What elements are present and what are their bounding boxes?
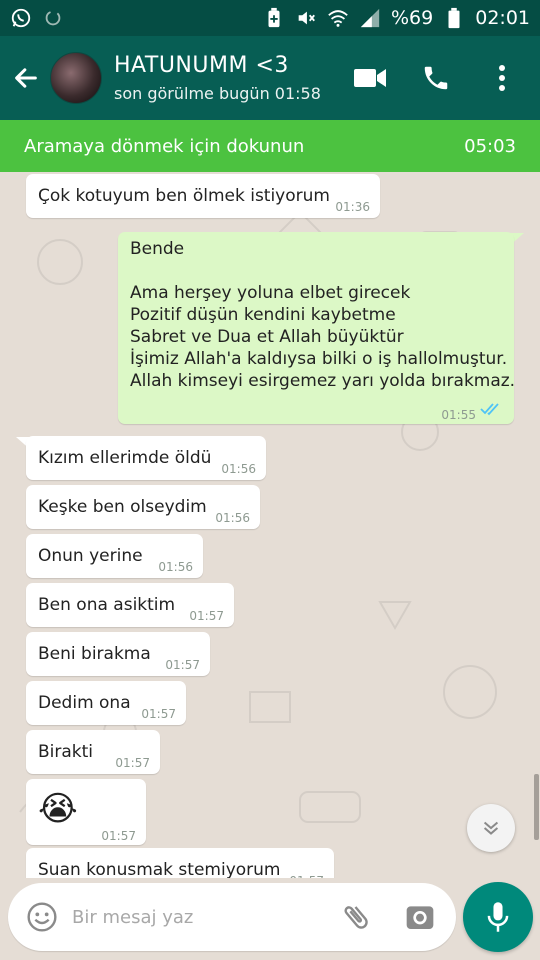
- back-button[interactable]: [4, 56, 48, 100]
- battery-saver-icon: [263, 7, 285, 29]
- message-time: 01:57: [189, 609, 224, 623]
- message-text: Onun yerine: [38, 546, 143, 566]
- message-incoming[interactable]: Birakti 01:57: [26, 730, 160, 774]
- avatar[interactable]: [50, 52, 102, 104]
- message-text: Ben ona asiktim: [38, 595, 176, 615]
- message-time: 01:57: [289, 870, 324, 878]
- more-vert-icon: [499, 65, 505, 91]
- return-to-call-banner[interactable]: Aramaya dönmek için dokunun 05:03: [0, 120, 540, 172]
- voice-record-button[interactable]: [463, 882, 533, 952]
- message-incoming[interactable]: Beni birakma 01:57: [26, 632, 210, 676]
- message-outgoing[interactable]: Bende Ama herşey yoluna elbet girecek Po…: [118, 232, 516, 424]
- message-input[interactable]: [72, 906, 322, 928]
- phone-icon: [424, 66, 448, 90]
- call-duration: 05:03: [464, 135, 516, 157]
- double-chevron-down-icon: [483, 821, 499, 835]
- message-incoming[interactable]: Onun yerine 01:56: [26, 534, 203, 578]
- status-bar: %69 02:01: [0, 0, 540, 36]
- message-incoming[interactable]: Ben ona asiktim 01:57: [26, 583, 234, 627]
- message-text: Çok kotuyum ben ölmek istiyorum: [38, 186, 330, 206]
- chat-header: HATUNUMM <3 son görülme bugün 01:58: [0, 36, 540, 120]
- voice-call-button[interactable]: [418, 60, 454, 96]
- back-arrow-icon: [15, 68, 37, 88]
- message-text: Dedim ona: [38, 693, 131, 713]
- wifi-icon: [327, 7, 349, 29]
- more-options-button[interactable]: [484, 60, 520, 96]
- camera-button[interactable]: [400, 897, 440, 937]
- message-emoji: 😭: [38, 789, 78, 829]
- message-incoming[interactable]: Çok kotuyum ben ölmek istiyorum 01:36: [26, 174, 380, 218]
- message-text: Bende Ama herşey yoluna elbet girecek Po…: [130, 239, 516, 391]
- message-time: 01:56: [221, 462, 256, 476]
- message-composer: [8, 883, 456, 951]
- scroll-to-bottom-button[interactable]: [467, 804, 515, 852]
- message-text: Keşke ben olseydim: [38, 497, 207, 517]
- chat-area[interactable]: Çok kotuyum ben ölmek istiyorum 01:36 Be…: [0, 172, 540, 878]
- last-seen: son görülme bugün 01:58: [114, 84, 321, 103]
- message-incoming[interactable]: Dedim ona 01:57: [26, 681, 186, 725]
- message-time: 01:36: [335, 200, 370, 214]
- message-text: Suan konusmak stemiyorum: [38, 860, 281, 878]
- message-time: 01:56: [158, 560, 193, 574]
- camera-icon: [406, 906, 434, 929]
- message-text: Beni birakma: [38, 644, 151, 664]
- contact-info[interactable]: HATUNUMM <3 son görülme bugün 01:58: [114, 53, 321, 103]
- status-time: 02:01: [475, 7, 530, 29]
- return-to-call-text: Aramaya dönmek için dokunun: [24, 135, 305, 157]
- scrollbar[interactable]: [534, 774, 539, 840]
- message-text: Birakti: [38, 742, 94, 762]
- message-time: 01:57: [165, 658, 200, 672]
- message-time: 01:56: [215, 511, 250, 525]
- video-call-icon: [354, 69, 386, 87]
- video-call-button[interactable]: [352, 60, 388, 96]
- attachment-icon: [344, 906, 368, 929]
- whatsapp-icon: [10, 7, 32, 29]
- message-time: 01:57: [115, 756, 150, 770]
- message-incoming[interactable]: 😭 01:57: [26, 779, 146, 845]
- emoji-button[interactable]: [20, 895, 64, 939]
- message-text: Kızım ellerimde öldü: [38, 448, 212, 468]
- message-time: 01:55: [441, 408, 476, 422]
- message-time: 01:57: [101, 829, 136, 843]
- battery-percent: %69: [391, 7, 434, 29]
- mute-icon: [295, 7, 317, 29]
- message-incoming[interactable]: Keşke ben olseydim 01:56: [26, 485, 260, 529]
- sync-icon: [42, 7, 64, 29]
- mic-icon: [487, 902, 509, 932]
- signal-icon: [359, 7, 381, 29]
- emoji-icon: [27, 902, 57, 932]
- read-receipt-icon: [480, 403, 499, 416]
- contact-name: HATUNUMM <3: [114, 53, 289, 78]
- message-incoming[interactable]: Suan konusmak stemiyorum 01:57: [26, 848, 334, 878]
- battery-icon: [443, 7, 465, 29]
- message-time: 01:57: [141, 707, 176, 721]
- message-incoming[interactable]: Kızım ellerimde öldü 01:56: [26, 436, 266, 480]
- attach-button[interactable]: [336, 897, 376, 937]
